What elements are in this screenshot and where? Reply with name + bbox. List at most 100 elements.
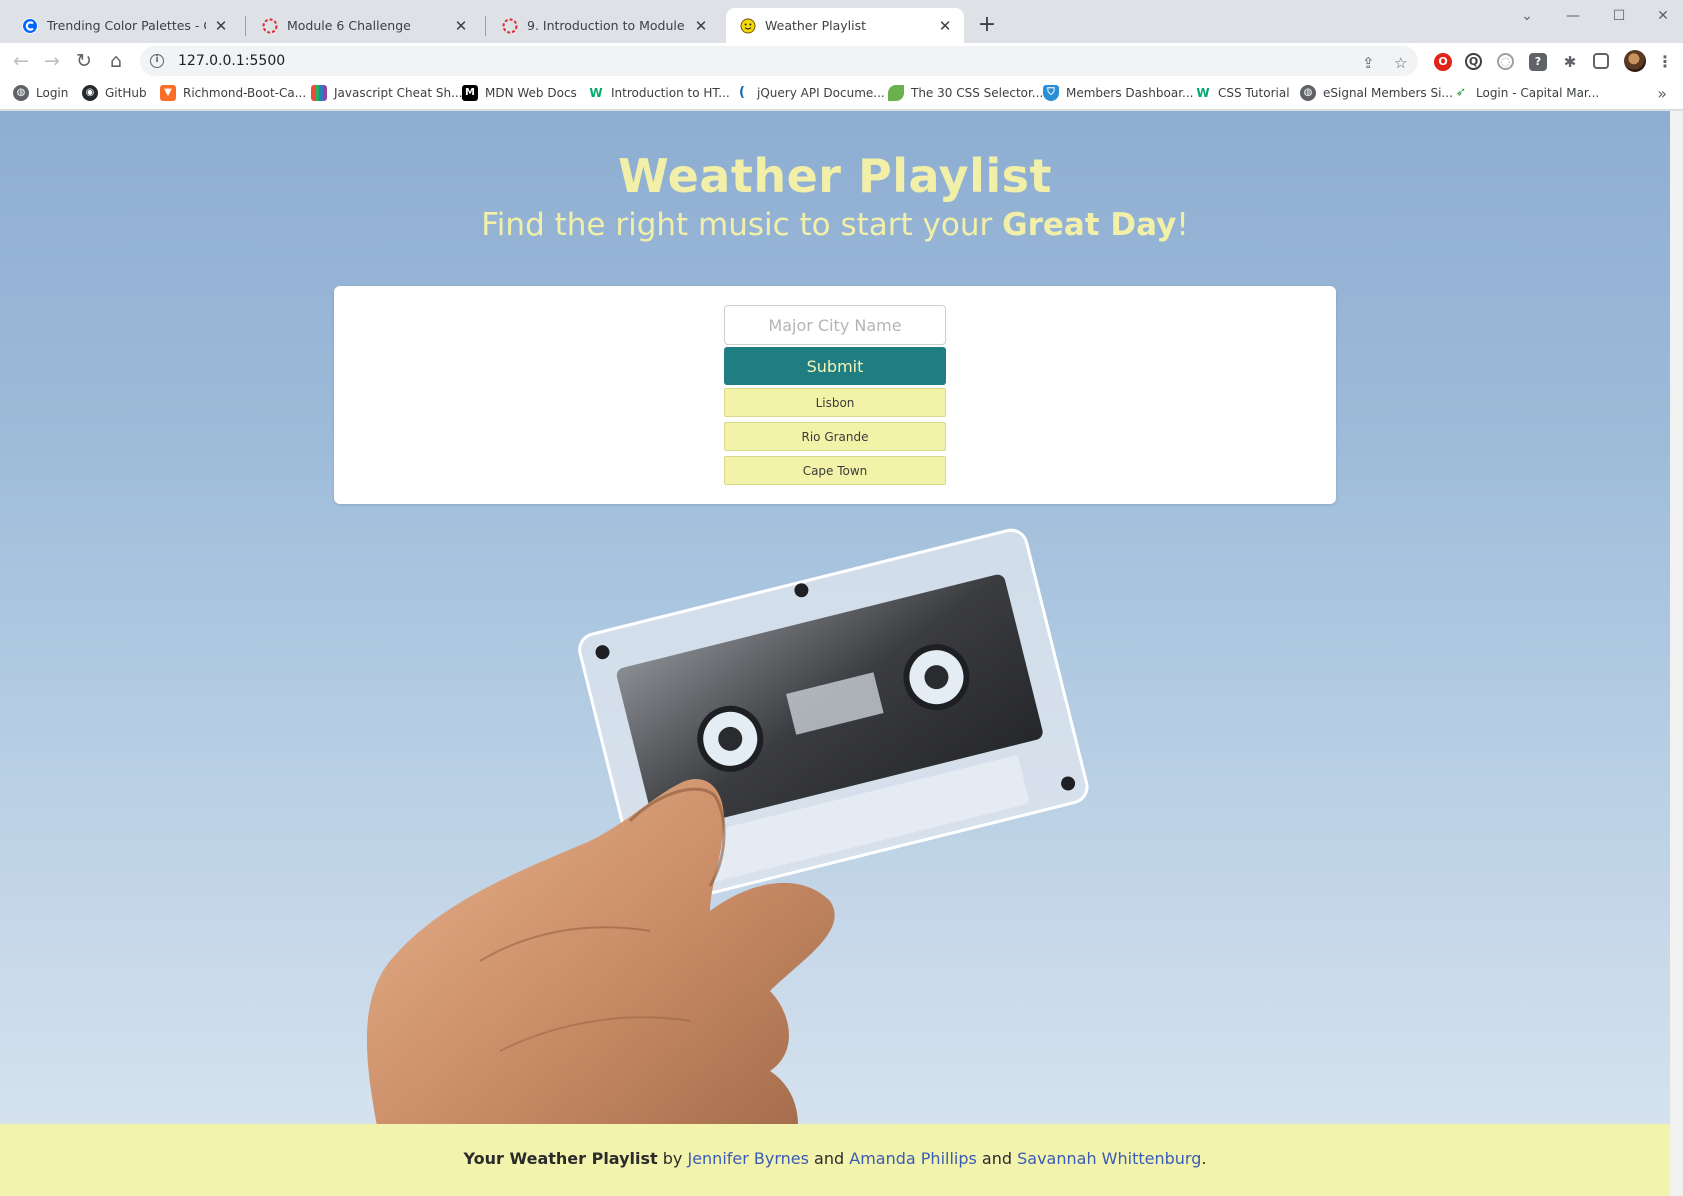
footer-app-name: Your Weather Playlist xyxy=(463,1149,658,1168)
forward-button[interactable]: → xyxy=(38,48,66,74)
footer-text: by xyxy=(657,1149,688,1168)
bookmark-css-tutorial[interactable]: W CSS Tutorial xyxy=(1195,85,1290,101)
bookmarks-bar: ◍ Login ◉ GitHub ▼ Richmond-Boot-Ca... J… xyxy=(0,79,1683,110)
bookmark-capital-markets[interactable]: ➶ Login - Capital Mar... xyxy=(1453,85,1599,101)
page-subtitle: Find the right music to start your Great… xyxy=(0,207,1670,243)
extension-icon[interactable]: ◌ xyxy=(1497,53,1514,70)
home-button[interactable]: ⌂ xyxy=(102,48,130,74)
author-link-amanda[interactable]: Amanda Phillips xyxy=(849,1149,977,1168)
saved-city-button[interactable]: Cape Town xyxy=(724,456,946,485)
bookmark-jquery[interactable]: ( jQuery API Docume... xyxy=(734,85,885,101)
author-link-jennifer[interactable]: Jennifer Byrnes xyxy=(687,1149,809,1168)
bookmark-github[interactable]: ◉ GitHub xyxy=(82,85,147,101)
bookmark-richmond[interactable]: ▼ Richmond-Boot-Ca... xyxy=(160,85,306,101)
browser-toolbar: ← → ↻ ⌂ i 127.0.0.1:5500 ⇪ ☆ O Q ◌ ? ✱ ⋮ xyxy=(0,43,1683,79)
w3schools-icon: W xyxy=(588,85,604,101)
bookmark-label: Richmond-Boot-Ca... xyxy=(183,86,307,100)
bookmark-login[interactable]: ◍ Login xyxy=(13,85,68,101)
footer-text: and xyxy=(976,1149,1018,1168)
bookmark-label: Members Dashboar... xyxy=(1066,86,1194,100)
bookmark-css-selectors[interactable]: The 30 CSS Selector... xyxy=(888,85,1043,101)
page-title: Weather Playlist xyxy=(618,149,1052,203)
tab-separator xyxy=(485,16,486,36)
github-icon: ◉ xyxy=(82,85,98,101)
bookmark-label: CSS Tutorial xyxy=(1218,86,1290,100)
more-bookmarks-icon[interactable]: » xyxy=(1657,84,1667,103)
tab-module9[interactable]: 9. Introduction to Module 9: Boo ✕ xyxy=(488,8,720,43)
opera-extension-icon[interactable]: O xyxy=(1434,53,1452,71)
menu-icon[interactable]: ⋮ xyxy=(1656,53,1674,71)
jquery-icon: ( xyxy=(734,85,750,101)
bookmark-esignal[interactable]: ◍ eSignal Members Si... xyxy=(1300,85,1453,101)
author-link-savannah[interactable]: Savannah Whittenburg xyxy=(1017,1149,1201,1168)
bookmark-js-cheatsheet[interactable]: Javascript Cheat Sh... xyxy=(311,85,463,101)
tab-title: Module 6 Challenge xyxy=(287,18,411,33)
cassette-hand-image xyxy=(366,528,1089,1191)
bookmark-intro-html[interactable]: W Introduction to HT... xyxy=(588,85,730,101)
side-panel-icon[interactable] xyxy=(1593,53,1609,69)
close-icon[interactable]: ✕ xyxy=(692,17,710,35)
address-bar[interactable]: i 127.0.0.1:5500 ⇪ ☆ xyxy=(140,46,1418,76)
subtitle-emphasis: Great Day xyxy=(1002,207,1177,243)
subtitle-text: Find the right music to start your xyxy=(481,207,1003,243)
mdn-icon: M xyxy=(462,85,478,101)
w3schools-icon: W xyxy=(1195,85,1211,101)
bookmark-label: Login - Capital Mar... xyxy=(1476,86,1600,100)
search-extension-icon[interactable]: Q xyxy=(1465,53,1482,70)
minimize-button[interactable]: — xyxy=(1550,5,1596,27)
cheatsheet-icon xyxy=(311,85,327,101)
share-icon[interactable]: ⇪ xyxy=(1362,54,1375,72)
saved-city-button[interactable]: Lisbon xyxy=(724,388,946,417)
maximize-button[interactable]: ☐ xyxy=(1596,5,1642,27)
site-info-icon[interactable]: i xyxy=(150,54,164,68)
course-icon xyxy=(262,18,278,34)
course-icon xyxy=(502,18,518,34)
page-scrollbar[interactable] xyxy=(1670,111,1683,1196)
tab-title: Weather Playlist xyxy=(765,18,867,33)
page-footer: Your Weather Playlist by Jennifer Byrnes… xyxy=(0,1124,1670,1196)
new-tab-button[interactable]: + xyxy=(975,14,999,38)
globe-icon: ◍ xyxy=(13,85,29,101)
bookmark-star-icon[interactable]: ☆ xyxy=(1394,54,1407,72)
bookmark-mdn[interactable]: M MDN Web Docs xyxy=(462,85,577,101)
subtitle-end: ! xyxy=(1176,207,1189,243)
avatar[interactable] xyxy=(1624,50,1646,72)
reload-button[interactable]: ↻ xyxy=(70,48,98,74)
coolors-icon xyxy=(22,17,38,34)
submit-button[interactable]: Submit xyxy=(724,347,946,385)
leaf-icon xyxy=(888,85,904,101)
close-icon[interactable]: ✕ xyxy=(452,17,470,35)
bookmark-label: Login xyxy=(36,86,69,100)
bookmark-members-dashboard[interactable]: ⛉ Members Dashboar... xyxy=(1043,85,1193,101)
capital-icon: ➶ xyxy=(1453,85,1469,101)
bookmark-label: The 30 CSS Selector... xyxy=(911,86,1044,100)
tab-module6[interactable]: Module 6 Challenge ✕ xyxy=(248,8,480,43)
bookmark-label: jQuery API Docume... xyxy=(757,86,885,100)
back-button[interactable]: ← xyxy=(7,48,35,74)
smiley-icon xyxy=(740,18,756,34)
help-extension-icon[interactable]: ? xyxy=(1529,53,1547,71)
bookmark-label: Introduction to HT... xyxy=(611,86,730,100)
tab-title: Trending Color Palettes - Coolors xyxy=(47,18,206,33)
tab-strip: Trending Color Palettes - Coolors ✕ Modu… xyxy=(0,0,1683,43)
globe-icon: ◍ xyxy=(1300,85,1316,101)
search-card: Submit Lisbon Rio Grande Cape Town xyxy=(334,286,1336,504)
tab-coolors[interactable]: Trending Color Palettes - Coolors ✕ xyxy=(8,8,240,43)
saved-city-button[interactable]: Rio Grande xyxy=(724,422,946,451)
shield-icon: ⛉ xyxy=(1043,85,1059,101)
tab-weather-playlist[interactable]: Weather Playlist ✕ xyxy=(726,8,964,43)
footer-text: . xyxy=(1201,1149,1207,1168)
close-icon[interactable]: ✕ xyxy=(212,17,230,35)
tab-separator xyxy=(245,16,246,36)
close-icon[interactable]: ✕ xyxy=(936,17,954,35)
window-close-button[interactable]: ✕ xyxy=(1640,5,1683,27)
city-search-input[interactable] xyxy=(724,305,946,345)
page-viewport: Weather Playlist Find the right music to… xyxy=(0,111,1683,1196)
tab-search-icon[interactable]: ⌄ xyxy=(1504,5,1550,27)
footer-text: and xyxy=(808,1149,850,1168)
bookmark-label: GitHub xyxy=(105,86,147,100)
puzzle-icon[interactable]: ✱ xyxy=(1561,53,1579,71)
bookmark-label: MDN Web Docs xyxy=(485,86,577,100)
url-text: 127.0.0.1:5500 xyxy=(178,53,286,69)
gitlab-icon: ▼ xyxy=(160,85,176,101)
